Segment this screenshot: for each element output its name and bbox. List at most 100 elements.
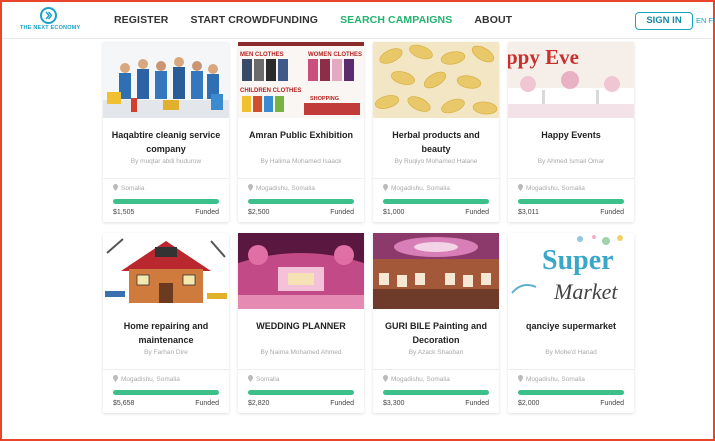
funding-progress-bar [113,199,219,204]
campaign-card[interactable]: GURI BILE Painting and Decoration By Aza… [373,233,499,413]
funding-progress-bar [383,199,489,204]
language-switcher[interactable]: EN FR [696,16,715,25]
campaign-title[interactable]: GURI BILE Painting and Decoration [379,319,493,347]
location-text: Mogadishu, Somalia [391,185,450,192]
campaign-image-cleaning[interactable] [103,42,229,118]
funding-row: $2,000 Funded [518,400,624,407]
campaign-title[interactable]: Happy Events [514,128,628,156]
location-text: Somalia [121,185,145,192]
campaign-card[interactable]: WEDDING PLANNER By Naima Mohamed Ahmed S… [238,233,364,413]
location-text: Mogadishu, Somalia [526,185,585,192]
nav-start-crowdfunding[interactable]: START CROWDFUNDING [190,14,318,26]
campaign-footer: Mogadishu, Somalia $2,500 Funded [238,178,364,222]
campaign-author: By Azack Shaoban [408,349,464,356]
funding-progress-bar [383,390,489,395]
svg-text:ppy Eve: ppy Eve [508,45,579,69]
funding-row: $1,000 Funded [383,209,489,216]
svg-text:MEN CLOTHES: MEN CLOTHES [240,52,284,58]
campaign-location: Mogadishu, Somalia [383,184,489,193]
campaign-author: By Farhan Dire [144,349,188,356]
campaign-footer: Mogadishu, Somalia $3,011 Funded [508,178,634,222]
campaign-author: By muqtar abdi hudurow [130,158,202,165]
funding-progress-bar [248,390,354,395]
funding-status: Funded [330,400,354,407]
campaign-author: By Ruqiyo Mohamed Halane [394,158,478,165]
campaign-location: Somalia [113,184,219,193]
funding-amount: $2,000 [518,400,540,407]
campaign-location: Mogadishu, Somalia [248,184,354,193]
funding-amount: $3,300 [383,400,405,407]
sign-in-button[interactable]: SIGN IN [635,12,693,30]
campaign-author: By Mohe'd Hanad [545,349,597,356]
location-pin-icon [518,184,523,193]
funding-amount: $1,505 [113,209,135,216]
funding-progress-bar [518,390,624,395]
campaign-card[interactable]: MEN CLOTHES WOMEN CLOTHES CHILDREN CLOTH… [238,42,364,222]
funding-amount: $2,500 [248,209,270,216]
campaign-footer: Mogadishu, Somalia $3,300 Funded [373,369,499,413]
main-nav: REGISTER START CROWDFUNDING SEARCH CAMPA… [114,14,512,26]
funding-progress-bar [113,390,219,395]
campaign-image-wedding[interactable] [238,233,364,309]
campaign-title[interactable]: Home repairing and maintenance [109,319,223,347]
funding-amount: $2,820 [248,400,270,407]
funding-status: Funded [195,209,219,216]
logo-chevron-icon [39,7,57,24]
funding-amount: $1,000 [383,209,405,216]
location-text: Somalia [256,376,280,383]
campaign-location: Mogadishu, Somalia [383,375,489,384]
campaign-image-herbal[interactable] [373,42,499,118]
campaign-card[interactable]: Haqabtire cleanig service company By muq… [103,42,229,222]
svg-text:CHILDREN CLOTHES: CHILDREN CLOTHES [240,88,301,94]
svg-text:SHOPPING: SHOPPING [310,96,339,102]
svg-text:WOMEN CLOTHES: WOMEN CLOTHES [308,52,362,58]
funding-status: Funded [465,400,489,407]
funding-row: $3,300 Funded [383,400,489,407]
campaign-location: Mogadishu, Somalia [518,375,624,384]
top-header: THE NEXT ECONOMY REGISTER START CROWDFUN… [2,2,715,39]
funding-status: Funded [195,400,219,407]
nav-register[interactable]: REGISTER [114,14,168,26]
funding-row: $2,500 Funded [248,209,354,216]
campaign-author: By Ahmed Ismail Omar [537,158,605,165]
campaign-title[interactable]: qanciye supermarket [514,319,628,347]
campaign-card[interactable]: Home repairing and maintenance By Farhan… [103,233,229,413]
location-pin-icon [518,375,523,384]
location-pin-icon [383,375,388,384]
campaign-image-supermarket[interactable]: Super Market [508,233,634,309]
campaign-card[interactable]: Super Market qanciye supermarket By Mohe… [508,233,634,413]
funding-progress-bar [518,199,624,204]
campaign-author: By Halima Mohamed Isaack [260,158,342,165]
campaign-image-exhibition[interactable]: MEN CLOTHES WOMEN CLOTHES CHILDREN CLOTH… [238,42,364,118]
location-pin-icon [248,375,253,384]
nav-search-campaigns[interactable]: SEARCH CAMPAIGNS [340,14,452,26]
campaign-image-hall[interactable] [373,233,499,309]
campaign-footer: Somalia $2,820 Funded [238,369,364,413]
funding-status: Funded [600,209,624,216]
funding-row: $2,820 Funded [248,400,354,407]
campaign-footer: Mogadishu, Somalia $5,658 Funded [103,369,229,413]
campaign-title[interactable]: WEDDING PLANNER [244,319,358,347]
campaign-footer: Somalia $1,505 Funded [103,178,229,222]
campaign-title[interactable]: Herbal products and beauty [379,128,493,156]
funding-amount: $3,011 [518,209,539,216]
campaign-footer: Mogadishu, Somalia $1,000 Funded [373,178,499,222]
svg-text:Market: Market [553,279,618,304]
campaign-title[interactable]: Amran Public Exhibition [244,128,358,156]
campaign-image-events[interactable]: ppy Eve [508,42,634,118]
funding-row: $5,658 Funded [113,400,219,407]
campaign-location: Mogadishu, Somalia [518,184,624,193]
location-pin-icon [113,375,118,384]
campaign-card[interactable]: Herbal products and beauty By Ruqiyo Moh… [373,42,499,222]
campaign-title[interactable]: Haqabtire cleanig service company [109,128,223,156]
campaign-footer: Mogadishu, Somalia $2,000 Funded [508,369,634,413]
nav-about[interactable]: ABOUT [474,14,512,26]
campaign-author: By Naima Mohamed Ahmed [260,349,342,356]
campaign-card[interactable]: ppy Eve Happy Events By Ahmed Ismail Oma… [508,42,634,222]
location-pin-icon [113,184,118,193]
campaign-location: Somalia [248,375,354,384]
site-logo[interactable]: THE NEXT ECONOMY [20,7,80,35]
funding-status: Funded [465,209,489,216]
campaign-image-home-repair[interactable] [103,233,229,309]
campaign-location: Mogadishu, Somalia [113,375,219,384]
